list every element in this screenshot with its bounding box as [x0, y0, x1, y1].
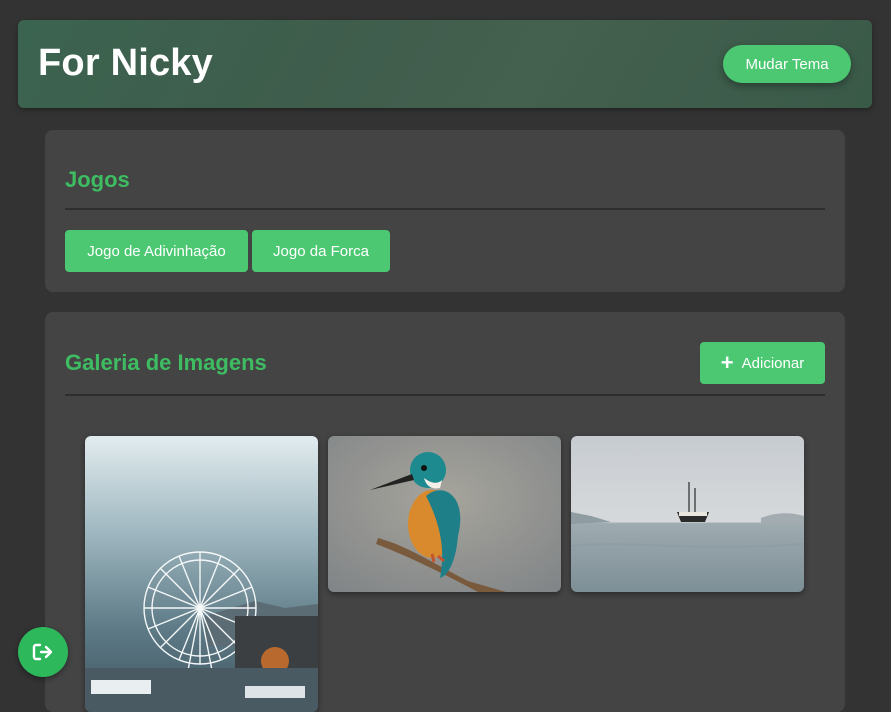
logout-icon	[32, 643, 53, 661]
gallery-title: Galeria de Imagens	[65, 350, 267, 375]
add-image-label: Adicionar	[741, 354, 805, 372]
change-theme-button[interactable]: Mudar Tema	[723, 45, 851, 83]
gallery-divider	[65, 394, 825, 396]
gallery-image-kingfisher[interactable]	[328, 436, 561, 592]
games-divider	[65, 208, 825, 210]
plus-icon: +	[720, 350, 734, 375]
app-header: For Nicky Mudar Tema	[18, 20, 872, 108]
gallery-image-ship[interactable]	[571, 436, 804, 592]
hangman-game-button[interactable]: Jogo da Forca	[252, 230, 390, 272]
games-title: Jogos	[65, 167, 130, 192]
guessing-game-button[interactable]: Jogo de Adivinhação	[65, 230, 248, 272]
gallery-image-ferris-wheel[interactable]	[85, 436, 318, 712]
page-title: For Nicky	[38, 42, 213, 84]
logout-button[interactable]	[18, 627, 68, 677]
games-section: Jogos Jogo de Adivinhação Jogo da Forca	[45, 130, 845, 292]
gallery-section: Galeria de Imagens + Adicionar	[45, 312, 845, 712]
add-image-button[interactable]: + Adicionar	[700, 342, 825, 384]
